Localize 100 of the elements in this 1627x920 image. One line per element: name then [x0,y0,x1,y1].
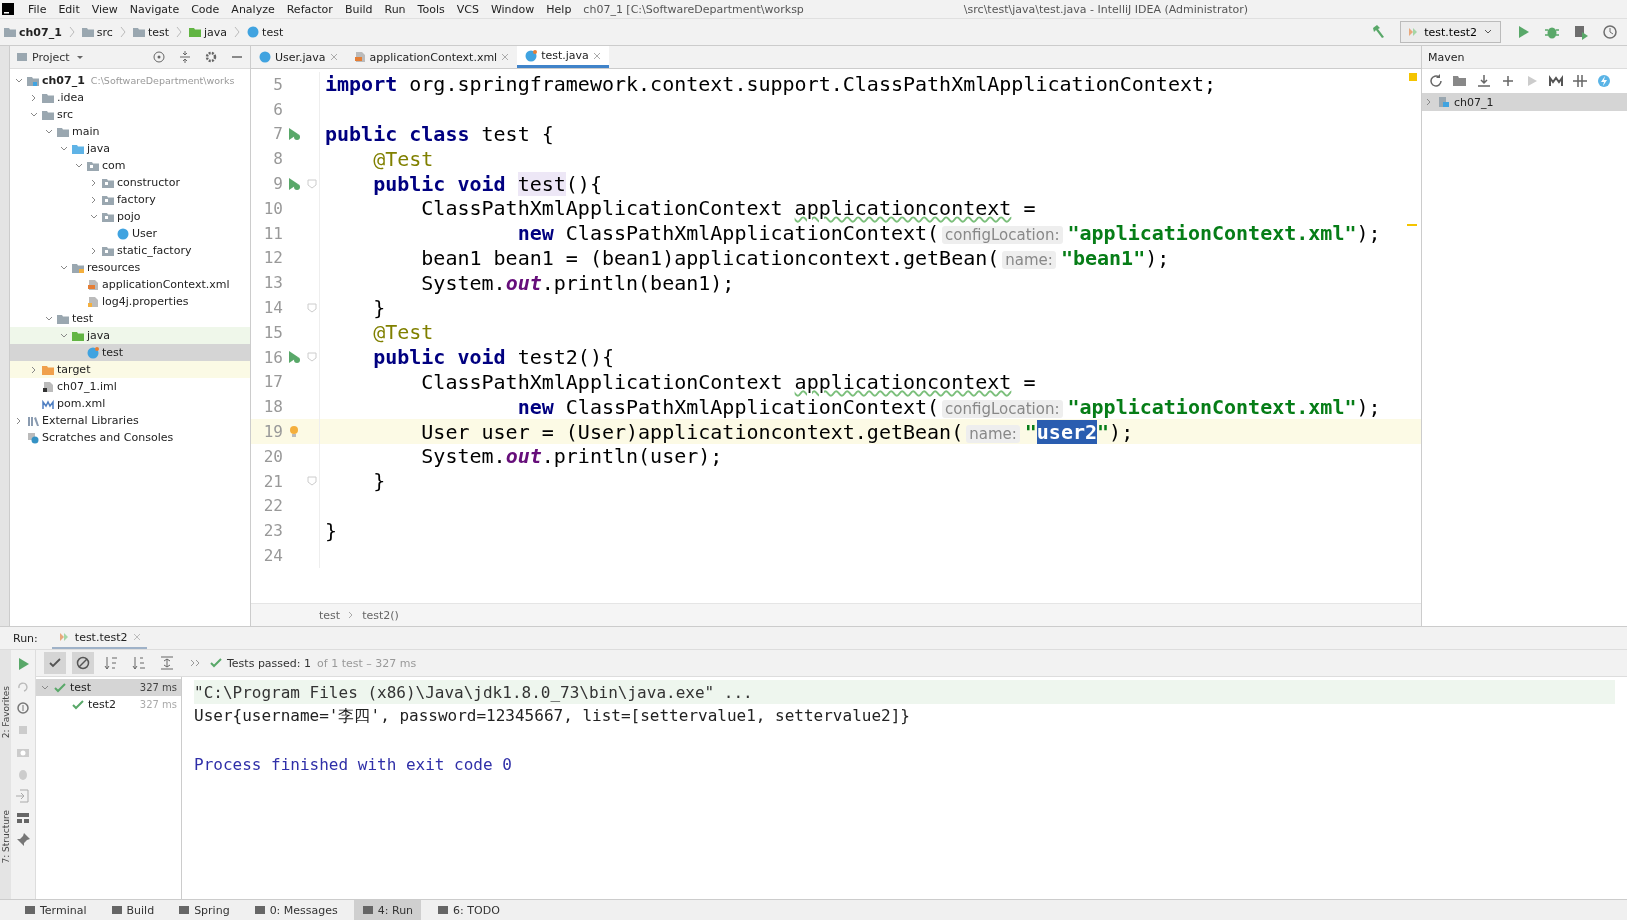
tree-item[interactable]: resources [87,261,141,274]
menu-item[interactable]: Help [540,2,578,16]
close-icon[interactable] [592,51,601,60]
close-icon[interactable] [329,53,338,61]
code-line: User user = (User)applicationcontext.getBean( name: "user2"); [420,419,1134,444]
tree-item[interactable]: static_factory [117,244,192,257]
run-test-icon[interactable] [287,350,301,365]
breadcrumb-item[interactable]: test [147,25,169,39]
tree-item[interactable]: test [102,346,124,359]
menu-item[interactable]: Navigate [123,2,186,16]
folder-icon [16,51,28,63]
tool-window-button[interactable]: 4: Run [353,900,422,920]
project-view-dropdown[interactable]: Project [16,50,86,64]
menu-item[interactable]: File [22,2,53,16]
import-icon[interactable] [15,788,31,804]
tree-item[interactable]: pojo [117,210,141,223]
menu-item[interactable]: Code [185,2,226,16]
tool-window-button[interactable]: Build [102,900,163,920]
tool-window-button[interactable]: Terminal [16,900,95,920]
menu-item[interactable]: Edit [52,2,86,16]
line-number: 20 [262,446,283,466]
fold-marker-icon[interactable] [307,178,317,189]
menu-item[interactable]: View [85,2,124,16]
add-icon[interactable] [1500,73,1516,89]
tree-item[interactable]: constructor [117,176,180,189]
check-icon [210,657,222,669]
menu-item[interactable]: Refactor [280,2,339,16]
menu-item[interactable]: Window [484,2,541,16]
tree-item[interactable]: java [87,142,111,155]
download-icon[interactable] [1476,73,1492,89]
editor-tab[interactable]: User.java [251,46,346,68]
fold-marker-icon[interactable] [307,476,317,487]
toggle-auto-test-icon[interactable] [15,700,31,716]
menu-item[interactable]: Run [378,2,412,16]
sort-by-duration-icon[interactable] [131,655,147,671]
lightning-circle-icon[interactable] [1596,73,1612,89]
breadcrumb-item[interactable]: test [319,608,341,622]
maven-icon[interactable] [1548,73,1564,89]
tree-item[interactable]: ch07_1 [42,74,85,87]
folder-icon [42,363,54,376]
menu-item[interactable]: VCS [450,2,485,16]
layout-icon[interactable] [15,810,31,826]
tree-item[interactable]: External Libraries [42,414,139,427]
fold-marker-icon[interactable] [307,302,317,313]
run-test-icon[interactable] [287,127,301,141]
tree-item[interactable]: applicationContext.xml [102,278,230,291]
tool-window-icon [361,904,374,916]
folder-icon[interactable] [1452,73,1468,89]
tree-item[interactable]: User [132,227,158,240]
fold-marker-icon[interactable] [307,352,317,363]
side-tool-label[interactable]: 7: Structure [0,809,11,864]
toggle-offline-icon[interactable] [1572,73,1588,89]
run-test-icon[interactable] [287,176,301,191]
tree-item[interactable]: main [72,125,100,138]
run-configuration-dropdown[interactable]: test.test2 [1400,21,1501,43]
tree-item[interactable]: factory [117,193,156,206]
close-icon[interactable] [132,633,141,641]
folder-icon [42,108,54,121]
lightbulb-icon[interactable] [287,424,301,439]
breadcrumb-item[interactable]: java [204,25,228,39]
hammer-icon[interactable] [1370,24,1387,40]
tree-item[interactable]: pom.xml [57,397,106,410]
breadcrumb-item[interactable]: src [96,25,113,39]
tree-item[interactable]: target [57,363,91,376]
locate-icon[interactable] [151,49,167,65]
tree-item[interactable]: test [72,312,94,325]
tree-item[interactable]: Scratches and Consoles [42,431,174,444]
show-ignored-icon[interactable] [72,652,94,674]
tree-item[interactable]: ch07_1.iml [57,380,117,393]
menu-item[interactable]: Analyze [225,2,281,16]
show-passed-icon[interactable] [44,652,66,674]
test-name[interactable]: test2 [88,698,117,711]
refresh-icon[interactable] [1428,73,1444,89]
side-tool-label[interactable]: 2: Favorites [0,685,11,739]
tool-window-button[interactable]: 0: Messages [245,900,346,920]
breadcrumb-item[interactable]: test2() [362,608,399,622]
tree-item[interactable]: com [102,159,126,172]
menu-item[interactable]: Tools [411,2,451,16]
folder-icon [57,312,69,325]
menu-item[interactable]: Build [338,2,379,16]
tree-item[interactable]: .idea [57,91,85,104]
editor-tab[interactable]: applicationContext.xml [345,46,518,68]
breadcrumb-item[interactable]: test [262,25,284,39]
tree-item[interactable]: log4j.properties [102,295,189,308]
tool-window-button[interactable]: Spring [170,900,238,920]
pin-icon[interactable] [15,832,31,848]
tool-window-button[interactable]: 6: TODO [429,900,508,920]
breadcrumb-item[interactable]: ch07_1 [19,25,62,39]
test-name[interactable]: test [70,681,92,694]
profiler-icon[interactable] [1602,24,1618,40]
tree-item[interactable]: java [87,329,111,342]
close-icon[interactable] [501,53,510,61]
sort-alphabetically-icon[interactable] [103,655,119,671]
collapse-icon[interactable] [177,49,193,65]
settings-icon[interactable] [203,49,219,65]
coverage-icon[interactable] [1573,24,1589,40]
maven-project-item[interactable]: ch07_1 [1454,95,1494,109]
editor-tab[interactable]: test.java [517,46,609,68]
expand-all-icon[interactable] [159,655,175,671]
tree-item[interactable]: src [57,108,74,121]
